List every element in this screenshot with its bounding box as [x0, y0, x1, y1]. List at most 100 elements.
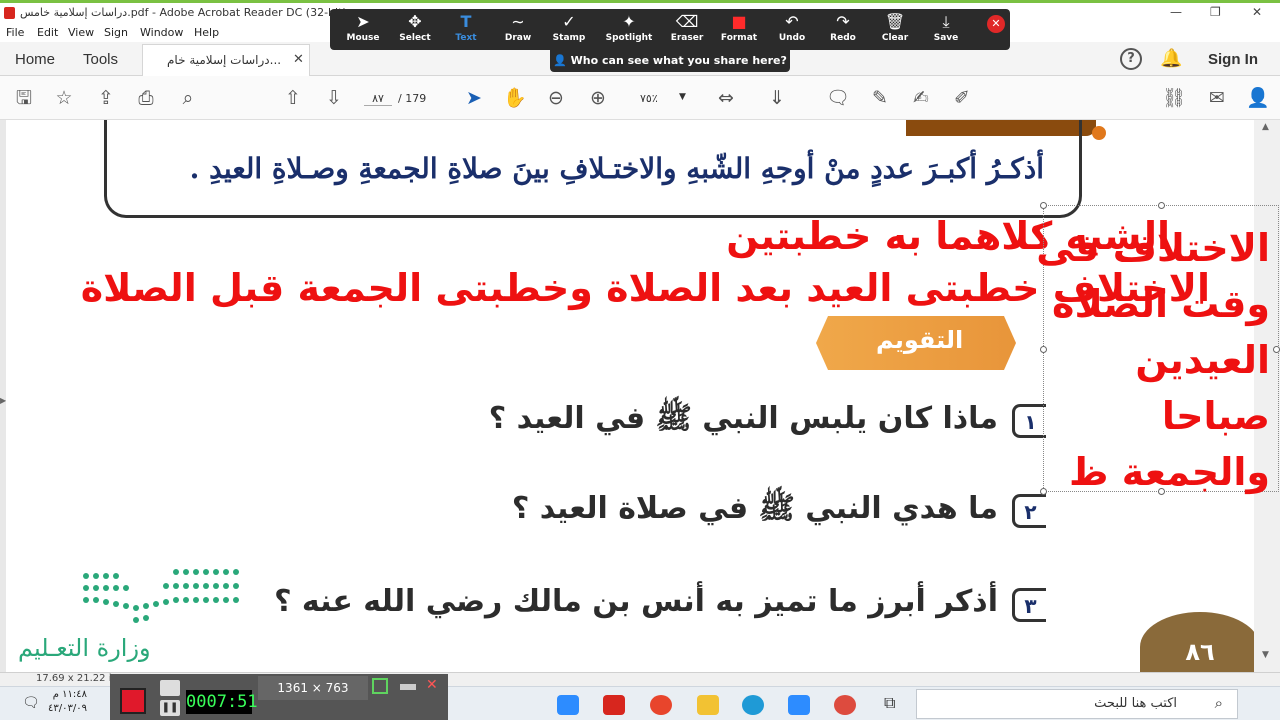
zoom-tool-draw[interactable]: ∼ Draw — [493, 11, 543, 43]
help-icon[interactable]: ? — [1120, 48, 1142, 70]
zoom-meeting-icon[interactable] — [788, 695, 810, 715]
zoom-tool-clear[interactable]: 🗑 Clear — [870, 11, 920, 43]
minimize-recorder-icon[interactable] — [400, 684, 416, 690]
save-icon[interactable]: 🖫 — [12, 86, 36, 110]
fill-sign-icon[interactable]: ✐ — [950, 86, 974, 110]
chevron-down-icon[interactable]: ▼ — [679, 92, 686, 102]
menu-edit[interactable]: Edit — [37, 26, 58, 39]
person-icon: 👤 — [553, 54, 571, 67]
tab-document[interactable]: دراسات إسلامية خام... ✕ — [142, 44, 310, 76]
file-explorer-icon[interactable] — [697, 695, 719, 715]
zoom-app-icon[interactable] — [557, 695, 579, 715]
recorder-app-icon[interactable] — [650, 695, 672, 715]
minimize-button[interactable]: — — [1170, 5, 1182, 19]
question-3-number: ٣ — [1012, 588, 1046, 622]
page-total: / 179 — [398, 92, 427, 105]
notification-icon[interactable]: 🗨 — [22, 695, 40, 711]
note-line: والجمعة ظ — [1069, 450, 1270, 494]
print-icon[interactable]: ⎙ — [134, 86, 158, 110]
sign-in-button[interactable]: Sign In — [1208, 51, 1258, 68]
email-icon[interactable]: ✉ — [1205, 86, 1229, 110]
stop-annotation-close-icon[interactable]: ✕ — [987, 15, 1005, 33]
resize-handle[interactable] — [1158, 488, 1165, 495]
zoom-in-icon[interactable]: ⊕ — [586, 86, 610, 110]
note-line: العيدين — [1135, 338, 1270, 382]
menu-file[interactable]: File — [6, 26, 24, 39]
hand-icon[interactable]: ✋ — [503, 86, 527, 110]
save-download-icon: ⤓ — [942, 12, 950, 31]
menu-help[interactable]: Help — [194, 26, 219, 39]
maximize-button[interactable]: ❐ — [1210, 5, 1221, 19]
taskbar-search[interactable]: اكتب هنا للبحث ⌕ — [916, 689, 1238, 719]
close-window-button[interactable]: ✕ — [1252, 5, 1262, 19]
zoom-tool-select[interactable]: ✥ Select — [390, 11, 440, 43]
bell-icon[interactable]: 🔔 — [1160, 48, 1182, 69]
page-down-icon[interactable]: ⇩ — [322, 86, 346, 110]
resize-handle[interactable] — [1040, 202, 1047, 209]
highlight-pen-icon[interactable]: ✎ — [868, 86, 892, 110]
recording-resolution: 1361 × 763 — [258, 676, 368, 700]
pause-icon[interactable]: ❚❚ — [160, 700, 180, 716]
window-title: دراسات إسلامية خامس.pdf - Adobe Acrobat … — [20, 6, 347, 19]
format-color-icon: ■ — [731, 12, 747, 31]
zoom-tool-mouse[interactable]: ➤ Mouse — [338, 11, 388, 43]
zoom-tool-spotlight[interactable]: ✦ Spotlight — [604, 11, 654, 43]
zoom-tool-format[interactable]: ■ Format — [714, 11, 764, 43]
redo-icon: ↷ — [836, 12, 850, 31]
add-user-icon[interactable]: 👤 — [1246, 86, 1270, 110]
zoom-share-banner[interactable]: 👤 Who can see what you share here? — [550, 50, 790, 72]
taskbar-clock[interactable]: ١١:٤٨ م ٤٣/٠٣/٠٩ — [48, 688, 87, 716]
zoom-tool-label: Format — [720, 33, 758, 43]
close-tab-icon[interactable]: ✕ — [293, 52, 304, 67]
resize-handle[interactable] — [1273, 346, 1280, 353]
scroll-mode-icon[interactable]: ⇓ — [765, 86, 789, 110]
zoom-tool-eraser[interactable]: ⌫ Eraser — [662, 11, 712, 43]
select-cursor-icon[interactable]: ➤ — [462, 86, 486, 110]
chrome-icon[interactable] — [834, 695, 856, 715]
close-recorder-icon[interactable]: ✕ — [426, 677, 438, 693]
acrobat-toolbar: 🖫 ☆ ⇪ ⎙ ⌕ ⇧ ⇩ ٨٧ / 179 ➤ ✋ ⊖ ⊕ ٧٥٪ ▼ ⇔ ⇓… — [0, 76, 1280, 120]
task-view-icon[interactable]: ⧉ — [884, 693, 895, 713]
camera-icon[interactable] — [160, 680, 180, 696]
zoom-tool-text[interactable]: T Text — [441, 11, 491, 43]
zoom-tool-stamp[interactable]: ✓ Stamp — [544, 11, 594, 43]
zoom-tool-undo[interactable]: ↶ Undo — [767, 11, 817, 43]
question-1: ماذا كان يلبس النبي ﷺ في العيد ؟ — [488, 401, 998, 436]
menu-window[interactable]: Window — [140, 26, 183, 39]
ministry-logo: وزارة التعـليم — [16, 560, 246, 672]
acrobat-app-icon[interactable] — [603, 695, 625, 715]
annotation-textbox[interactable]: الاختلاف فى وقت الصلاة العيدين صباحا وال… — [1036, 202, 1280, 495]
scroll-up-icon[interactable]: ▲ — [1262, 122, 1269, 132]
comment-icon[interactable]: 🗨 — [826, 86, 850, 110]
zoom-tool-save[interactable]: ⤓ Save — [921, 11, 971, 43]
zoom-out-icon[interactable]: ⊖ — [544, 86, 568, 110]
draw-icon[interactable]: ✍ — [909, 86, 933, 110]
page-number-input[interactable]: ٨٧ — [364, 92, 392, 106]
tab-tools[interactable]: Tools — [83, 51, 118, 68]
resize-handle[interactable] — [1040, 346, 1047, 353]
menu-sign[interactable]: Sign — [104, 26, 128, 39]
assessment-badge: التقويم — [816, 316, 1016, 370]
upload-icon[interactable]: ⇪ — [94, 86, 118, 110]
resize-handle[interactable] — [1158, 202, 1165, 209]
tab-document-label: دراسات إسلامية خام... — [167, 53, 282, 67]
record-stop-button[interactable] — [120, 688, 146, 714]
bookmark-star-icon[interactable]: ☆ — [52, 86, 76, 110]
fit-page-icon[interactable]: ⇔ — [714, 86, 738, 110]
question-3: أذكر أبرز ما تميز به أنس بن مالك رضي الل… — [274, 584, 998, 619]
zoom-tool-redo[interactable]: ↷ Redo — [818, 11, 868, 43]
zoom-tool-label: Save — [933, 33, 959, 43]
annotation-textbox-content: الاختلاف فى وقت الصلاة العيدين صباحا وال… — [1036, 220, 1270, 500]
edge-icon[interactable] — [742, 695, 764, 715]
scroll-down-icon[interactable]: ▼ — [1262, 650, 1269, 660]
zoom-share-text: Who can see what you share here? — [570, 54, 787, 67]
link-icon[interactable]: ⛓ — [1162, 86, 1186, 110]
search-icon[interactable]: ⌕ — [176, 86, 200, 110]
resize-handle[interactable] — [1040, 488, 1047, 495]
stamp-icon: ✓ — [562, 12, 576, 31]
spotlight-icon: ✦ — [622, 12, 636, 31]
menu-view[interactable]: View — [68, 26, 94, 39]
page-up-icon[interactable]: ⇧ — [281, 86, 305, 110]
tab-home[interactable]: Home — [15, 51, 55, 68]
region-icon[interactable] — [372, 678, 388, 694]
